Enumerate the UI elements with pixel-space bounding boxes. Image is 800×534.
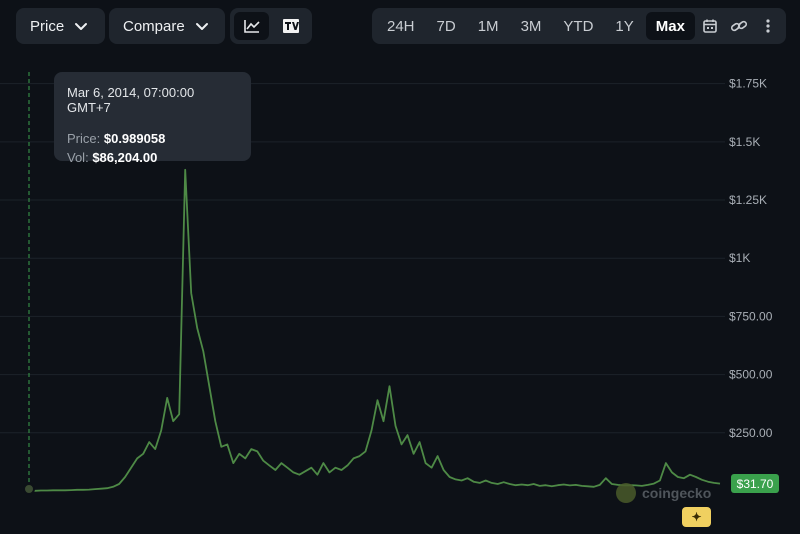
tooltip-price-row: Price: $0.989058 [67,131,238,146]
chevron-down-icon [195,23,208,30]
line-chart-button[interactable] [234,12,269,40]
range-button-1m[interactable]: 1M [468,12,509,40]
compare-dropdown[interactable]: Compare [109,8,225,44]
range-button-ytd[interactable]: YTD [553,12,603,40]
range-button-7d[interactable]: 7D [427,12,466,40]
line-chart-icon [243,20,260,33]
price-dropdown-label: Price [30,17,65,35]
y-tick-label: $1.25K [729,193,767,207]
hover-tooltip: Mar 6, 2014, 07:00:00 GMT+7 Price: $0.98… [54,72,251,165]
tooltip-vol-value: $86,204.00 [92,150,158,165]
chart-type-toggle [230,8,312,44]
price-series-line [29,168,721,492]
tradingview-button[interactable] [273,12,308,40]
calendar-icon [703,19,718,33]
tooltip-vol-row: Vol: $86,204.00 [67,150,238,165]
hover-point [23,483,35,495]
range-button-24h[interactable]: 24H [377,12,425,40]
time-range-selector: 24H 7D 1M 3M YTD 1Y Max [372,8,786,44]
sparkle-icon: ✦ [691,510,702,524]
tooltip-price-value: $0.989058 [103,131,166,146]
chart-toolbar: Price Compare 24H 7D 1M 3M YTD 1Y Max [16,8,786,44]
y-tick-label: $1K [729,251,750,265]
chevron-down-icon [75,23,88,30]
tooltip-date: Mar 6, 2014, 07:00:00 GMT+7 [67,85,195,115]
y-axis-ticks: $250.00 $500.00 $750.00 $1K $1.25K $1.5K $1.75… [729,77,773,440]
watermark-text: coingecko [642,485,712,501]
range-button-max[interactable]: Max [645,12,695,40]
y-tick-label: $1.75K [729,77,767,91]
more-options-button[interactable] [753,12,782,40]
link-button[interactable] [725,12,754,40]
more-vertical-icon [766,19,770,33]
tooltip-price-label: Price: [67,131,101,146]
y-tick-label: $500.00 [729,368,773,382]
range-button-3m[interactable]: 3M [511,12,552,40]
coingecko-watermark: coingecko [616,483,711,503]
y-tick-label: $750.00 [729,309,773,323]
link-icon [730,20,748,32]
calendar-button[interactable] [696,12,725,40]
range-button-1y[interactable]: 1Y [605,12,643,40]
current-price-badge: $31.70 [731,474,779,493]
range-buttons: 24H 7D 1M 3M YTD 1Y Max [376,12,696,40]
y-tick-label: $250.00 [729,426,773,440]
y-tick-label: $1.5K [729,135,760,149]
ai-sparkle-button[interactable]: ✦ [682,507,711,527]
price-dropdown[interactable]: Price [16,8,105,44]
tradingview-icon [282,19,299,33]
tooltip-vol-label: Vol: [67,150,89,165]
compare-dropdown-label: Compare [123,17,185,35]
coingecko-logo-icon [616,483,636,503]
